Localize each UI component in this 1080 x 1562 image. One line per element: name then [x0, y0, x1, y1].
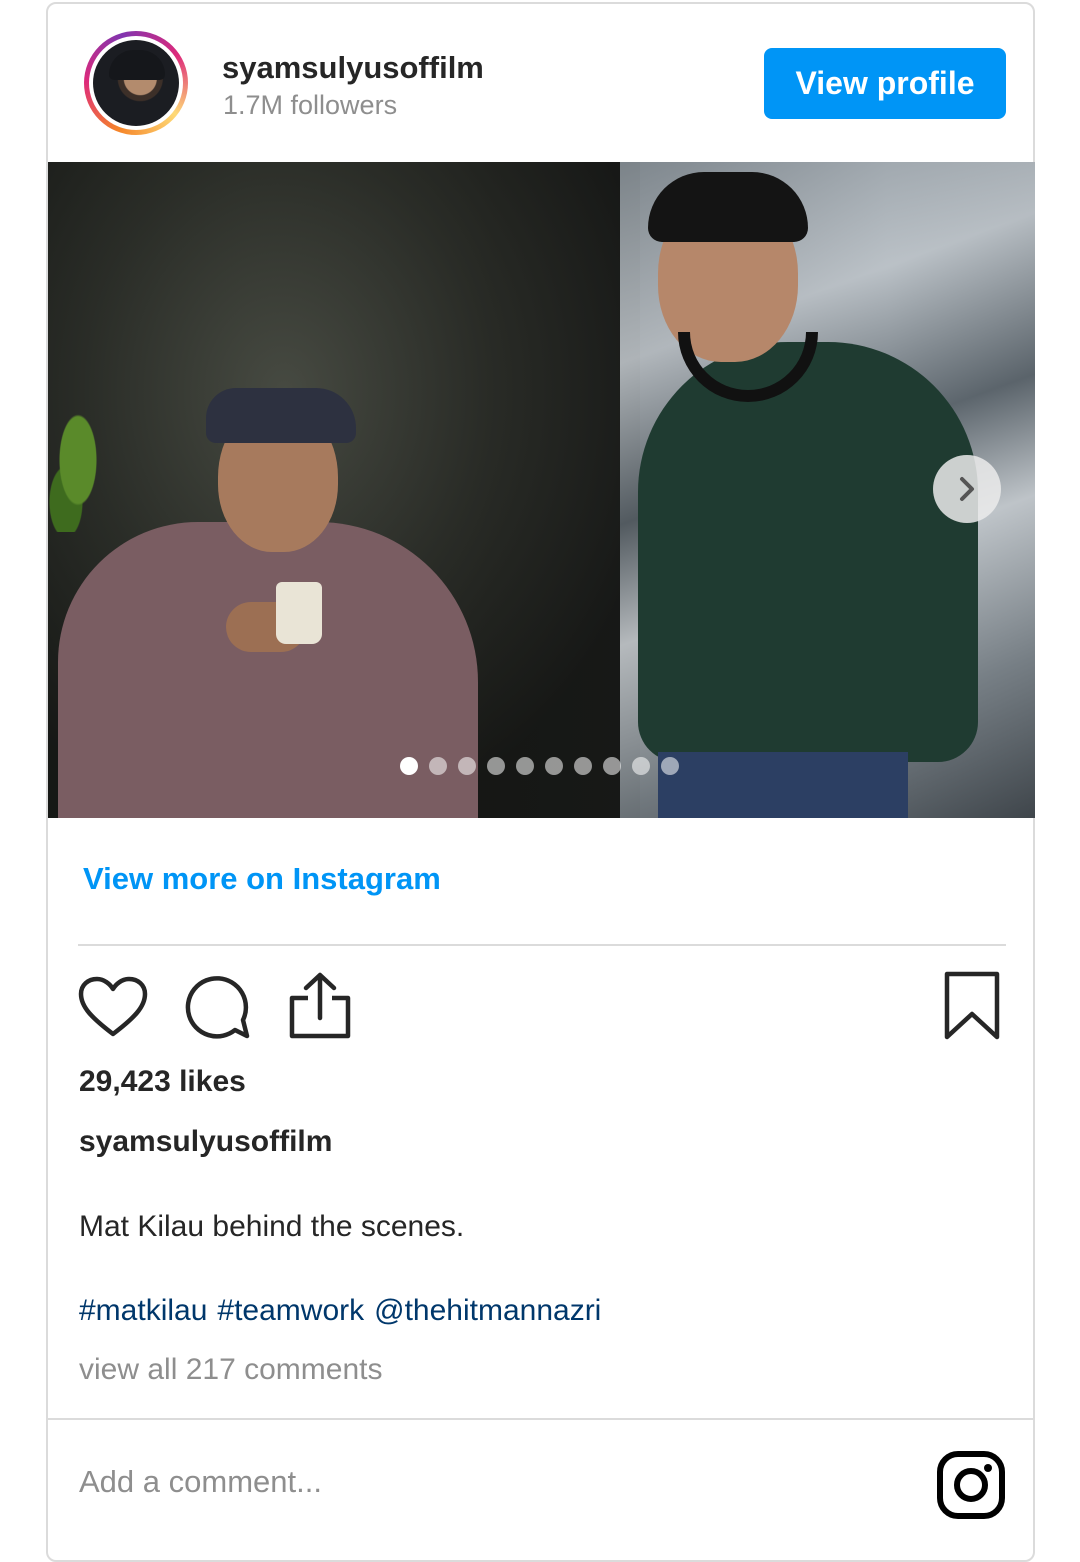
- carousel-dot: [632, 757, 650, 775]
- follower-count: 1.7M followers: [223, 90, 398, 120]
- carousel-dot: [661, 757, 679, 775]
- divider: [48, 1418, 1035, 1420]
- hashtag-link[interactable]: #teamwork: [217, 1294, 364, 1328]
- carousel-dot: [458, 757, 476, 775]
- carousel-next-button[interactable]: [933, 455, 1001, 523]
- caption-text: Mat Kilau behind the scenes.: [79, 1210, 465, 1243]
- hashtag-link[interactable]: #matkilau: [79, 1294, 207, 1328]
- mention-link[interactable]: @thehitmannazri: [374, 1294, 601, 1328]
- carousel-dot: [574, 757, 592, 775]
- person-right: [638, 342, 978, 762]
- bookmark-icon: [944, 971, 1000, 1040]
- chevron-right-icon: [960, 477, 974, 501]
- carousel-dot: [516, 757, 534, 775]
- caption-username[interactable]: syamsulyusoffilm: [79, 1125, 332, 1159]
- carousel-dot: [603, 757, 621, 775]
- carousel-dot: [545, 757, 563, 775]
- post-header: syamsulyusoffilm 1.7M followers View pro…: [48, 4, 1033, 162]
- instagram-logo-button[interactable]: [936, 1450, 1006, 1520]
- like-button[interactable]: [78, 976, 148, 1038]
- instagram-icon: [937, 1451, 1005, 1519]
- username[interactable]: syamsulyusoffilm: [222, 50, 484, 86]
- caption-tags: #matkilau #teamwork @thehitmannazri: [79, 1294, 601, 1328]
- carousel-dots: [400, 757, 679, 775]
- view-more-link[interactable]: View more on Instagram: [83, 861, 441, 897]
- like-count[interactable]: 29,423 likes: [79, 1065, 246, 1099]
- carousel-dot: [429, 757, 447, 775]
- heart-icon: [78, 976, 148, 1037]
- share-icon: [289, 972, 351, 1039]
- avatar-photo: [93, 40, 179, 126]
- comment-button[interactable]: [183, 972, 253, 1042]
- post-image[interactable]: [48, 162, 1035, 818]
- comment-icon: [185, 976, 250, 1039]
- view-all-comments-link[interactable]: view all 217 comments: [79, 1353, 382, 1387]
- comment-input[interactable]: [79, 1464, 779, 1500]
- view-profile-button[interactable]: View profile: [764, 48, 1006, 119]
- instagram-embed-card: syamsulyusoffilm 1.7M followers View pro…: [46, 2, 1035, 1562]
- carousel-dot: [487, 757, 505, 775]
- carousel-dot: [400, 757, 418, 775]
- cup: [276, 582, 322, 644]
- share-button[interactable]: [288, 970, 352, 1042]
- avatar[interactable]: [84, 31, 188, 135]
- divider: [78, 944, 1006, 946]
- save-button[interactable]: [942, 970, 1002, 1042]
